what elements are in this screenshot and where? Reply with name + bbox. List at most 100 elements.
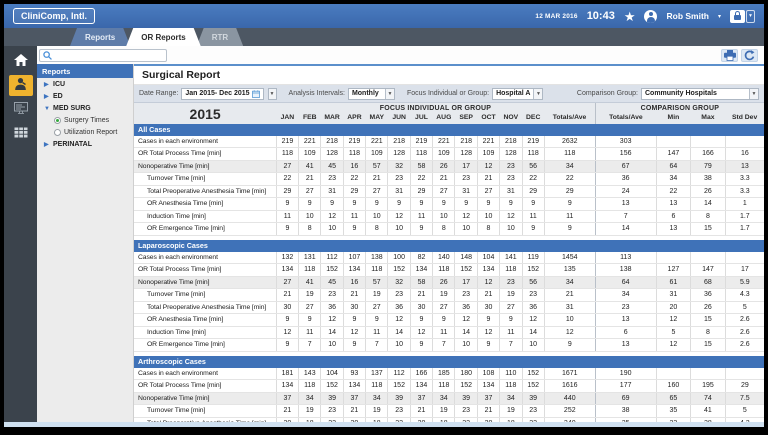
table-row: Induction Time [min]12111412111412111412… (134, 326, 764, 339)
month-value-cell: 9 (410, 223, 432, 236)
rail-button-home-icon[interactable] (9, 51, 33, 72)
month-value-cell: 9 (500, 314, 522, 327)
month-column-header: JUL (410, 113, 432, 124)
metric-label: Total Preoperative Anesthesia Time [min] (134, 185, 276, 198)
comparison-value-cell: 3.3 (725, 185, 764, 198)
month-value-cell: 218 (500, 136, 522, 148)
focus-group-value: Hospital A (493, 90, 533, 97)
month-value-cell: 21 (477, 289, 499, 302)
metric-label: OR Anesthesia Time [min] (134, 198, 276, 211)
search-box[interactable] (39, 49, 167, 62)
tree-item-ed[interactable]: ▶ ED (37, 90, 133, 102)
month-value-cell: 9 (522, 198, 544, 211)
month-value-cell: 12 (500, 210, 522, 223)
toolbar (37, 46, 764, 64)
month-value-cell: 118 (343, 148, 365, 161)
radio-item-utilization-report[interactable]: Utilization Report (37, 126, 133, 138)
section-header: Laparoscopic Cases (134, 240, 764, 252)
table-row: Nonoperative Time [min]37343937343937343… (134, 392, 764, 405)
month-value-cell: 23 (321, 173, 343, 186)
print-button[interactable] (721, 49, 738, 62)
tab-or-reports[interactable]: OR Reports (126, 28, 200, 46)
month-value-cell: 152 (455, 264, 477, 277)
month-value-cell: 118 (433, 264, 455, 277)
month-value-cell: 128 (388, 148, 410, 161)
month-value-cell: 7 (299, 339, 321, 352)
date-range-picker[interactable]: Jan 2015- Dec 2015 (181, 88, 263, 100)
search-input[interactable] (55, 52, 163, 59)
totals-value-cell: 31 (544, 301, 595, 314)
tab-reports[interactable]: Reports (70, 28, 130, 46)
month-value-cell: 9 (366, 314, 388, 327)
home-icon (14, 53, 28, 71)
calendar-icon (252, 90, 260, 98)
reports-sidebar: Reports ▶ ICU ▶ ED ▼ MED SURG Surgery Ti… (37, 64, 134, 422)
user-avatar-icon[interactable] (644, 10, 657, 23)
month-value-cell: 9 (433, 314, 455, 327)
month-value-cell: 11 (500, 326, 522, 339)
analysis-intervals-select[interactable]: Monthly ▼ (348, 88, 395, 100)
month-value-cell: 31 (500, 185, 522, 198)
comparison-value-cell: 138 (595, 264, 656, 277)
lock-dropdown[interactable]: ▾ (746, 10, 755, 23)
metric-label: Nonoperative Time [min] (134, 392, 276, 405)
month-value-cell: 12 (477, 160, 499, 173)
month-value-cell: 141 (500, 252, 522, 264)
focus-group-select[interactable]: Hospital A ▼ (492, 88, 543, 100)
comparison-value-cell: 31 (656, 289, 691, 302)
month-value-cell: 56 (522, 160, 544, 173)
month-value-cell: 29 (276, 185, 298, 198)
totals-value-cell: 34 (544, 160, 595, 173)
month-value-cell: 30 (276, 301, 298, 314)
user-menu[interactable]: Rob Smith (666, 11, 709, 21)
month-value-cell: 10 (500, 223, 522, 236)
month-value-cell: 39 (388, 392, 410, 405)
tab-rtr[interactable]: RTR (197, 28, 243, 46)
month-value-cell: 29 (410, 185, 432, 198)
rail-button-schedule-grid-icon[interactable] (9, 123, 33, 144)
month-value-cell: 137 (366, 368, 388, 380)
month-value-cell: 18 (500, 417, 522, 422)
focus-group-caret-icon: ▼ (533, 89, 542, 99)
tree-item-perinatal[interactable]: ▶ PERINATAL (37, 138, 133, 150)
tree-item-med-surg[interactable]: ▼ MED SURG (37, 102, 133, 114)
comparison-value-cell: 13 (595, 314, 656, 327)
comparison-value-cell: 303 (595, 136, 656, 148)
month-value-cell: 36 (522, 301, 544, 314)
date-range-dropdown[interactable]: ▼ (268, 88, 277, 100)
month-value-cell: 21 (343, 405, 365, 418)
month-value-cell: 37 (477, 392, 499, 405)
user-menu-caret-icon[interactable]: ▾ (718, 13, 721, 20)
month-value-cell: 140 (433, 252, 455, 264)
totals-value-cell: 440 (544, 392, 595, 405)
totals-value-cell: 9 (544, 339, 595, 352)
totals-value-cell: 34 (544, 276, 595, 289)
radio-item-surgery-times[interactable]: Surgery Times (37, 114, 133, 126)
comparison-value-cell: 74 (691, 392, 726, 405)
refresh-button[interactable] (741, 49, 758, 62)
comparison-value-cell: 15 (691, 314, 726, 327)
month-value-cell: 23 (455, 289, 477, 302)
month-value-cell: 8 (477, 223, 499, 236)
favorite-star-icon[interactable]: ★ (624, 10, 636, 23)
lock-button[interactable] (730, 10, 745, 23)
month-value-cell: 10 (321, 223, 343, 236)
rail-button-census-monitor-icon[interactable] (9, 99, 33, 120)
comparison-value-cell: 4.3 (725, 289, 764, 302)
comparison-group-select[interactable]: Community Hospitals ▼ (641, 88, 759, 100)
month-value-cell: 152 (388, 264, 410, 277)
rail-button-surgery-reports-icon[interactable] (9, 75, 33, 96)
month-value-cell: 20 (343, 417, 365, 422)
comparison-value-cell: 195 (691, 380, 726, 393)
month-value-cell: 218 (321, 136, 343, 148)
month-value-cell: 9 (343, 314, 365, 327)
tree-item-icu[interactable]: ▶ ICU (37, 78, 133, 90)
metric-label: OR Emergence Time [min] (134, 339, 276, 352)
month-value-cell: 134 (410, 380, 432, 393)
metric-label: Induction Time [min] (134, 326, 276, 339)
month-value-cell: 10 (455, 339, 477, 352)
totals-value-cell: 29 (544, 185, 595, 198)
comparison-value-cell: 23 (656, 417, 691, 422)
metric-label: OR Total Process Time [min] (134, 380, 276, 393)
titlebar: CliniComp, Intl. 12 MAR 2016 10:43 ★ Rob… (4, 4, 764, 28)
